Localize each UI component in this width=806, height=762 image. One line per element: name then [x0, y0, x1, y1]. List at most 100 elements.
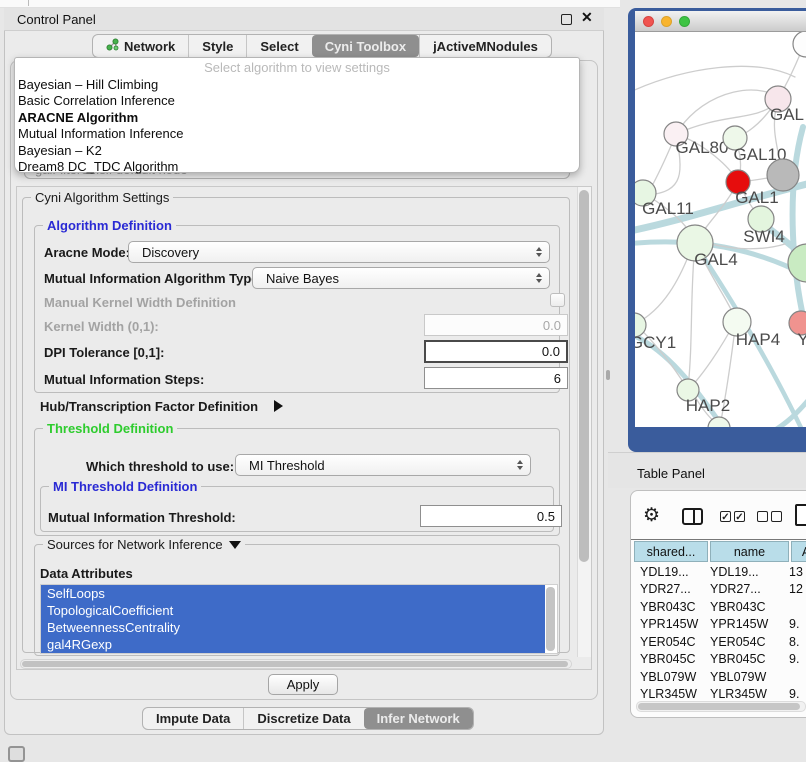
- table-horizontal-scrollbar-thumb[interactable]: [638, 703, 800, 710]
- bottom-tabs: Impute Data Discretize Data Infer Networ…: [142, 707, 474, 730]
- close-window-icon[interactable]: [643, 16, 654, 27]
- settings-vertical-scrollbar-thumb[interactable]: [579, 190, 589, 562]
- hub-definition-label: Hub/Transcription Factor Definition: [40, 399, 258, 414]
- tab-network[interactable]: Network: [93, 35, 188, 57]
- tab-cyni-toolbox[interactable]: Cyni Toolbox: [312, 35, 419, 57]
- table-row[interactable]: YDR27...YDR27...12: [631, 581, 806, 599]
- table-cell: YPR145W: [707, 617, 787, 631]
- manual-kernel-checkbox[interactable]: [550, 293, 565, 307]
- table-cell: YDR27...: [707, 582, 787, 596]
- table-top-border: [631, 539, 806, 540]
- manual-kernel-label: Manual Kernel Width Definition: [44, 295, 236, 310]
- algorithm-option[interactable]: Mutual Information Inference: [15, 126, 579, 142]
- network-node-label: GAL: [770, 105, 804, 124]
- dpi-tolerance-label: DPI Tolerance [0,1]:: [44, 345, 164, 360]
- kernel-width-field[interactable]: 0.0: [424, 314, 568, 336]
- apply-button[interactable]: Apply: [268, 674, 338, 695]
- tab-label: Style: [202, 39, 233, 54]
- network-view[interactable]: GALGAL80GAL10GAL1GAL11GAL4SWI4HAP4YGCY1H…: [635, 32, 806, 427]
- table-row[interactable]: YDL19...YDL19...13: [631, 563, 806, 581]
- panel-divider-handle[interactable]: [606, 370, 610, 380]
- maximize-window-icon[interactable]: [679, 16, 690, 27]
- data-attributes-list[interactable]: SelfLoopsTopologicalCoefficientBetweenne…: [40, 584, 558, 654]
- attributes-scrollbar-thumb[interactable]: [546, 587, 555, 651]
- tab-select[interactable]: Select: [246, 35, 311, 57]
- table-row[interactable]: YPR145WYPR145W9.: [631, 616, 806, 634]
- deselect-all-checkbox-icon[interactable]: [771, 511, 782, 522]
- deselect-all-checkbox-icon[interactable]: [757, 511, 768, 522]
- table-cell: YPR145W: [631, 617, 707, 631]
- table-row[interactable]: YBR043CYBR043C: [631, 598, 806, 616]
- mi-threshold-value: 0.5: [537, 509, 555, 524]
- tab-label: Select: [260, 39, 298, 54]
- aracne-mode-select[interactable]: Discovery: [128, 241, 550, 263]
- gear-icon[interactable]: ⚙: [643, 505, 660, 527]
- attribute-item[interactable]: TopologicalCoefficient: [41, 602, 545, 619]
- attribute-item[interactable]: BetweennessCentrality: [41, 619, 545, 636]
- tab-label: Network: [124, 39, 175, 54]
- mi-type-label: Mutual Information Algorithm Type:: [44, 271, 263, 286]
- algorithm-option[interactable]: Basic Correlation Inference: [15, 93, 579, 109]
- table-cell: YDL19...: [707, 565, 787, 579]
- which-threshold-select[interactable]: MI Threshold: [235, 454, 531, 476]
- columns-icon[interactable]: [682, 508, 703, 525]
- dpi-tolerance-field[interactable]: 0.0: [424, 340, 568, 363]
- network-node-label: GAL4: [694, 250, 737, 269]
- tab-impute-data[interactable]: Impute Data: [143, 708, 243, 729]
- tab-jactivemnodules[interactable]: jActiveMNodules: [419, 35, 551, 57]
- sources-group-title-row[interactable]: Sources for Network Inference: [43, 537, 245, 552]
- minimized-panel-icon[interactable]: [8, 746, 25, 762]
- close-panel-icon[interactable]: ✕: [581, 9, 593, 26]
- select-all-checkbox-icon[interactable]: ✓: [720, 511, 731, 522]
- tab-infer-network[interactable]: Infer Network: [364, 708, 473, 729]
- table-cell: 12: [787, 582, 803, 596]
- sources-collapse-arrow-icon: [229, 541, 241, 549]
- tab-discretize-data[interactable]: Discretize Data: [243, 708, 363, 729]
- hub-expand-arrow-icon[interactable]: [274, 400, 283, 415]
- mi-type-select[interactable]: Naive Bayes: [252, 267, 550, 289]
- attribute-item[interactable]: gal4RGexp: [41, 636, 545, 653]
- column-header-partial[interactable]: A: [791, 541, 806, 562]
- tab-style[interactable]: Style: [188, 35, 246, 57]
- table-row[interactable]: YBL079WYBL079W: [631, 668, 806, 686]
- algorithm-option[interactable]: Bayesian – K2: [15, 143, 579, 159]
- network-node-label: GAL1: [735, 188, 778, 207]
- select-all-checkbox-icon[interactable]: ✓: [734, 511, 745, 522]
- data-attributes-label: Data Attributes: [40, 566, 133, 581]
- algorithm-dropdown: Select algorithm to view settings Bayesi…: [14, 57, 580, 173]
- float-panel-icon[interactable]: [561, 14, 572, 25]
- attribute-item[interactable]: SelfLoops: [41, 585, 545, 602]
- column-header-name[interactable]: name: [710, 541, 789, 562]
- kernel-width-label: Kernel Width (0,1):: [44, 319, 159, 334]
- table-cell: YER054C: [707, 635, 787, 649]
- control-panel-tabs: Network Style Select Cyni Toolbox jActiv…: [92, 34, 552, 58]
- table-row[interactable]: YBR045CYBR045C9.: [631, 651, 806, 669]
- algorithm-option[interactable]: Bayesian – Hill Climbing: [15, 77, 579, 93]
- table-cell: YLR345W: [631, 687, 707, 701]
- network-node[interactable]: [788, 244, 806, 282]
- table-cell: YBL079W: [631, 670, 707, 684]
- network-node[interactable]: [793, 32, 806, 57]
- network-node-label: GAL80: [676, 138, 729, 157]
- mi-threshold-field[interactable]: 0.5: [420, 505, 562, 527]
- algorithm-option[interactable]: ARACNE Algorithm: [15, 110, 579, 126]
- algorithm-dropdown-placeholder: Select algorithm to view settings: [15, 58, 579, 75]
- table-cell: 9.: [787, 687, 799, 701]
- table-cell: 13: [787, 565, 803, 579]
- table-row[interactable]: YER054CYER054C8.: [631, 633, 806, 651]
- kernel-width-value: 0.0: [543, 318, 561, 333]
- export-table-icon[interactable]: [795, 504, 806, 526]
- settings-horizontal-scrollbar-thumb[interactable]: [22, 661, 568, 667]
- tab-label: Infer Network: [377, 711, 460, 726]
- minimize-window-icon[interactable]: [661, 16, 672, 27]
- mi-steps-field[interactable]: 6: [424, 367, 568, 389]
- network-node[interactable]: [767, 159, 799, 191]
- table-cell: YBR045C: [631, 652, 707, 666]
- table-cell: YLR345W: [707, 687, 787, 701]
- column-header-shared-name[interactable]: shared...: [634, 541, 708, 562]
- algorithm-option[interactable]: Dream8 DC_TDC Algorithm: [15, 159, 579, 175]
- tab-label: Discretize Data: [257, 711, 350, 726]
- mi-type-value: Naive Bayes: [266, 268, 339, 289]
- mi-threshold-group-title: MI Threshold Definition: [49, 479, 201, 494]
- mi-threshold-label: Mutual Information Threshold:: [48, 510, 236, 525]
